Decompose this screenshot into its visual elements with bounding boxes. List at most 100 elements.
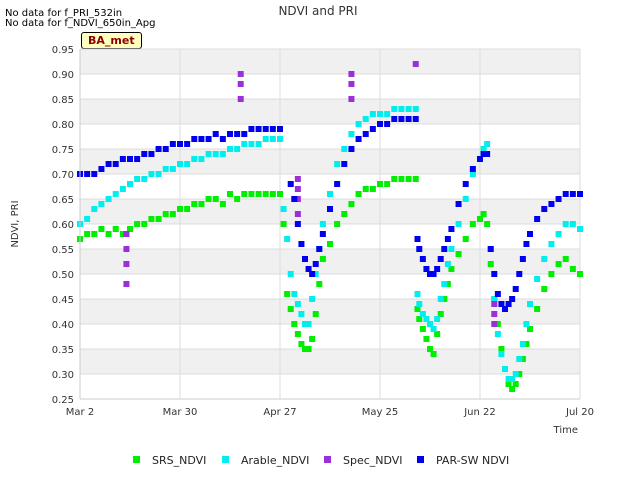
par-sw-ndvi-point [391,116,398,122]
par-sw-ndvi-point [384,121,391,127]
srs-ndvi-point [412,176,419,182]
par-sw-ndvi-point [287,181,294,187]
arable-ndvi-point [305,321,312,327]
grid-band [80,99,580,124]
srs-ndvi-point [555,261,562,267]
srs-ndvi-point [262,191,269,197]
arable-ndvi-point [441,281,448,287]
srs-ndvi-point [348,201,355,207]
srs-ndvi-point [391,176,398,182]
srs-ndvi-point [480,211,487,217]
srs-ndvi-point [569,266,576,272]
srs-ndvi-point [341,211,348,217]
par-sw-ndvi-point [362,131,369,137]
arable-ndvi-point [205,151,212,157]
arable-ndvi-point [414,291,421,297]
spec-ndvi-point [491,321,498,327]
srs-ndvi-point [419,326,426,332]
par-sw-ndvi-point [227,131,233,137]
arable-ndvi-point [98,201,105,207]
arable-ndvi-point [416,301,423,307]
par-sw-ndvi-point [334,181,341,187]
arable-ndvi-point [498,351,505,357]
srs-ndvi-point [291,321,298,327]
arable-ndvi-point [262,136,269,142]
arable-ndvi-point [541,256,548,262]
srs-ndvi-point [362,186,369,192]
par-sw-ndvi-point [277,126,283,132]
par-sw-ndvi-point [112,161,119,167]
arable-ndvi-point [412,106,419,112]
par-sw-ndvi-point [527,231,533,237]
srs-ndvi-point [398,176,405,182]
arable-ndvi-point [269,136,276,142]
srs-ndvi-point [134,221,141,227]
srs-ndvi-point [462,236,469,242]
y-tick-label: 0.75 [52,145,74,156]
arable-ndvi-point [277,136,283,142]
y-tick-label: 0.95 [52,45,74,56]
arable-ndvi-point [248,141,255,147]
arable-ndvi-point [284,236,291,242]
arable-ndvi-point [484,141,491,147]
arable-ndvi-point [91,206,98,212]
y-tick-label: 0.80 [52,120,74,131]
arable-ndvi-point [527,301,533,307]
arable-ndvi-point [287,271,294,277]
srs-ndvi-point [184,206,191,212]
srs-ndvi-point [334,221,341,227]
par-sw-ndvi-point [419,256,426,262]
arable-ndvi-point [280,206,287,212]
srs-ndvi-point [541,286,548,292]
srs-ndvi-point [148,216,155,222]
par-sw-ndvi-point [169,141,176,147]
srs-ndvi-point [269,191,276,197]
srs-ndvi-point [384,181,391,187]
srs-ndvi-point [198,201,205,207]
arable-ndvi-point [334,161,341,167]
srs-ndvi-point [284,291,291,297]
srs-ndvi-point [327,241,333,247]
arable-ndvi-point [141,176,148,182]
par-sw-ndvi-point [312,261,319,267]
par-sw-ndvi-point [414,236,421,242]
srs-ndvi-point [319,256,326,262]
arable-ndvi-point [309,296,316,302]
srs-ndvi-point [355,191,362,197]
arable-ndvi-point [319,221,326,227]
par-sw-ndvi-point [494,291,501,297]
ndvi-pri-chart: 0.25 0.30 0.35 0.40 0.45 0.50 0.55 0.60 0.65 0.70… [10,4,594,467]
arable-ndvi-point [127,181,133,187]
y-tick-label: 0.55 [52,245,74,256]
srs-ndvi-point [309,336,316,342]
srs-ndvi-point [91,231,98,237]
arable-ndvi-point [569,221,576,227]
srs-ndvi-point [305,346,312,352]
arable-ndvi-point [377,111,383,117]
par-sw-ndvi-point [327,206,333,212]
par-sw-ndvi-point [441,246,448,252]
arable-ndvi-point [405,106,412,112]
srs-ndvi-point [312,311,319,317]
srs-ndvi-point [287,306,294,312]
x-tick-label: Jun 22 [463,407,496,418]
arable-ndvi-point [198,156,205,162]
srs-ndvi-point [169,211,176,217]
par-sw-ndvi-point [416,246,423,252]
srs-ndvi-point [212,196,219,202]
arable-ndvi-point [519,341,526,347]
par-sw-ndvi-point [509,296,516,302]
par-sw-ndvi-point [162,146,169,152]
srs-ndvi-point [534,306,541,312]
srs-ndvi-point [369,186,376,192]
srs-ndvi-point [577,271,583,277]
par-sw-ndvi-point [577,191,583,197]
legend-swatch-srs-ndvi [133,456,140,463]
y-tick-label: 0.30 [52,370,74,381]
srs-ndvi-point [377,181,383,187]
arable-ndvi-point [169,166,176,172]
spec-ndvi-point [237,96,244,102]
par-sw-ndvi-point [348,146,355,152]
arable-ndvi-point [112,191,119,197]
arable-ndvi-point [391,106,398,112]
